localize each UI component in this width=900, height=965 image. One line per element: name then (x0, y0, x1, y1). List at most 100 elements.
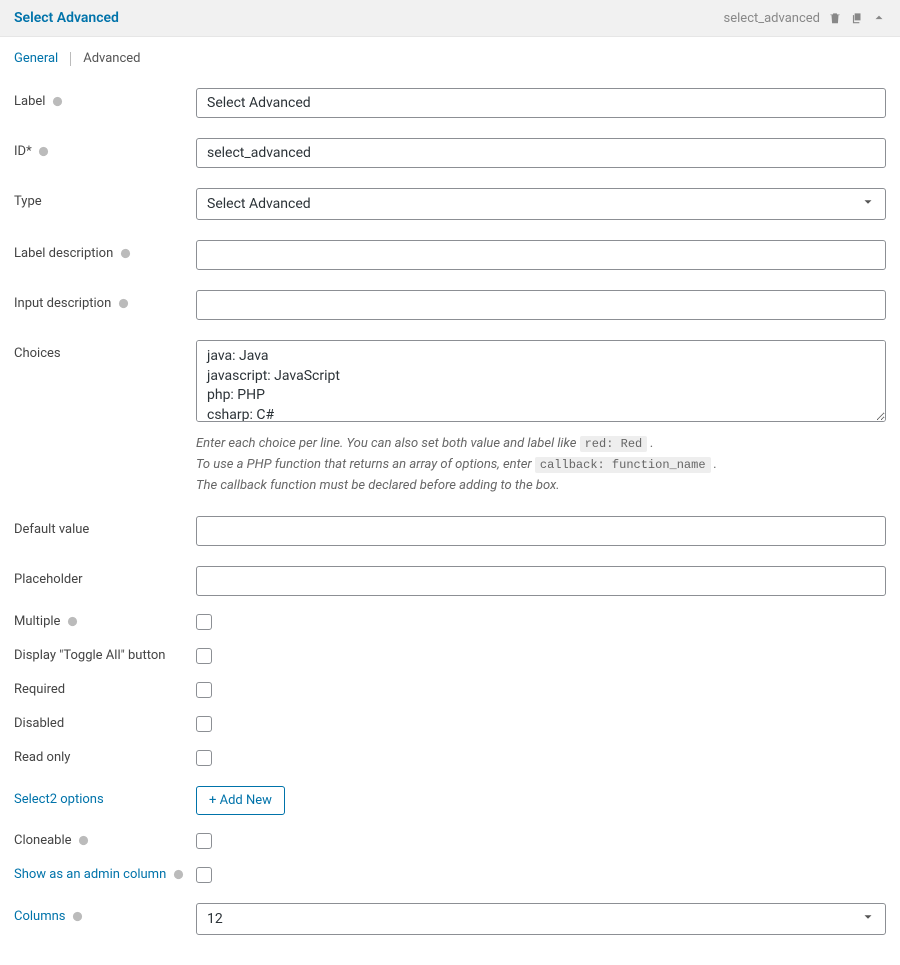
help-icon[interactable] (38, 146, 49, 157)
field-admin-column (196, 865, 886, 887)
choices-hint2-pre: To use a PHP function that returns an ar… (196, 457, 535, 472)
cloneable-label: Cloneable (14, 831, 196, 848)
chevron-down-icon (861, 910, 875, 928)
panel-slug: select_advanced (724, 11, 820, 26)
type-select-value: Select Advanced (207, 196, 311, 212)
multiple-text: Multiple (14, 614, 60, 629)
choices-hint1-post: . (647, 436, 654, 451)
field-default-value (196, 516, 886, 546)
id-label: ID* (14, 138, 196, 159)
field-label-description (196, 240, 886, 270)
disabled-text: Disabled (14, 716, 64, 731)
row-select2-options: Select2 options + Add New (14, 776, 886, 825)
row-multiple: Multiple (14, 606, 886, 640)
help-icon[interactable] (118, 298, 129, 309)
label-description-input[interactable] (196, 240, 886, 270)
choices-label: Choices (14, 340, 196, 361)
choices-hint1-pre: Enter each choice per line. You can also… (196, 436, 580, 451)
placeholder-label: Placeholder (14, 566, 196, 587)
readonly-text: Read only (14, 750, 70, 765)
help-icon[interactable] (52, 96, 63, 107)
choices-label-text: Choices (14, 346, 61, 361)
trash-icon[interactable] (828, 11, 842, 25)
default-value-label: Default value (14, 516, 196, 537)
toggle-all-checkbox[interactable] (196, 648, 212, 664)
required-checkbox[interactable] (196, 682, 212, 698)
row-readonly: Read only (14, 742, 886, 776)
duplicate-icon[interactable] (850, 11, 864, 25)
row-disabled: Disabled (14, 708, 886, 742)
row-cloneable: Cloneable (14, 825, 886, 859)
select2-options-text: Select2 options (14, 792, 104, 807)
field-label (196, 88, 886, 118)
tabs: General Advanced (0, 37, 900, 70)
field-input-description (196, 290, 886, 320)
cloneable-checkbox[interactable] (196, 833, 212, 849)
tab-divider (70, 52, 71, 66)
row-label-description: Label description (14, 230, 886, 280)
columns-select[interactable]: 12 (196, 903, 886, 935)
field-id (196, 138, 886, 168)
field-toggle-all (196, 646, 886, 668)
choices-help: Enter each choice per line. You can also… (196, 434, 886, 496)
readonly-checkbox[interactable] (196, 750, 212, 766)
panel-header: Select Advanced select_advanced (0, 0, 900, 37)
disabled-label: Disabled (14, 714, 196, 731)
type-label-text: Type (14, 194, 42, 209)
row-label: Label (14, 78, 886, 128)
field-cloneable (196, 831, 886, 853)
input-description-input[interactable] (196, 290, 886, 320)
id-label-text: ID* (14, 144, 32, 159)
field-required (196, 680, 886, 702)
default-value-input[interactable] (196, 516, 886, 546)
type-select[interactable]: Select Advanced (196, 188, 886, 220)
panel-actions: select_advanced (724, 11, 886, 26)
field-columns: 12 (196, 903, 886, 935)
chevron-down-icon (861, 195, 875, 213)
add-new-button[interactable]: + Add New (196, 786, 285, 815)
admin-column-label[interactable]: Show as an admin column (14, 865, 196, 882)
help-icon[interactable] (120, 248, 131, 259)
label-input[interactable] (196, 88, 886, 118)
default-value-text: Default value (14, 522, 89, 537)
help-icon[interactable] (78, 835, 89, 846)
select2-options-label[interactable]: Select2 options (14, 786, 196, 807)
field-placeholder (196, 566, 886, 596)
choices-textarea[interactable]: java: Java javascript: JavaScript php: P… (196, 340, 886, 422)
row-default-value: Default value (14, 506, 886, 556)
toggle-all-text: Display "Toggle All" button (14, 648, 165, 663)
placeholder-input[interactable] (196, 566, 886, 596)
help-icon[interactable] (173, 869, 184, 880)
required-label: Required (14, 680, 196, 697)
help-icon[interactable] (67, 616, 78, 627)
help-icon[interactable] (72, 911, 83, 922)
choices-hint2-code: callback: function_name (535, 457, 711, 473)
field-readonly (196, 748, 886, 770)
row-required: Required (14, 674, 886, 708)
id-input[interactable] (196, 138, 886, 168)
row-type: Type Select Advanced (14, 178, 886, 230)
form-body: Label ID* Type Select Advanced La (0, 70, 900, 965)
label-label: Label (14, 88, 196, 109)
choices-hint1-code: red: Red (580, 436, 648, 452)
input-description-text: Input description (14, 296, 111, 311)
field-select2-options: + Add New (196, 786, 886, 815)
row-choices: Choices java: Java javascript: JavaScrip… (14, 330, 886, 506)
toggle-all-label: Display "Toggle All" button (14, 646, 196, 663)
choices-hint2-post: . (711, 457, 718, 472)
tab-general[interactable]: General (14, 51, 58, 66)
collapse-up-icon[interactable] (872, 11, 886, 25)
field-disabled (196, 714, 886, 736)
admin-column-checkbox[interactable] (196, 867, 212, 883)
required-text: Required (14, 682, 65, 697)
row-admin-column: Show as an admin column (14, 859, 886, 893)
multiple-checkbox[interactable] (196, 614, 212, 630)
multiple-label: Multiple (14, 612, 196, 629)
disabled-checkbox[interactable] (196, 716, 212, 732)
row-placeholder: Placeholder (14, 556, 886, 606)
tab-advanced[interactable]: Advanced (83, 51, 140, 66)
label-description-label: Label description (14, 240, 196, 261)
panel-title: Select Advanced (14, 10, 119, 26)
choices-hint3: The callback function must be declared b… (196, 476, 886, 497)
row-toggle-all: Display "Toggle All" button (14, 640, 886, 674)
